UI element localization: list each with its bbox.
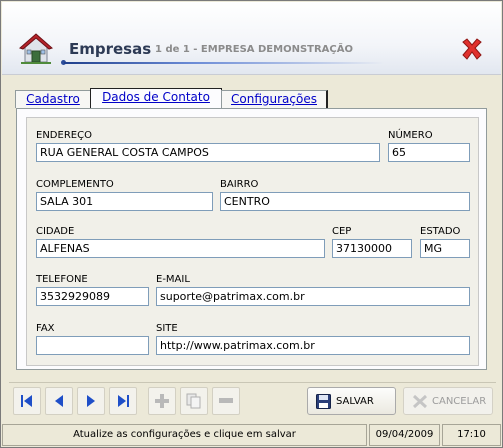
record-subtitle: 1 de 1 - EMPRESA DEMONSTRAÇÃO <box>155 44 353 55</box>
first-record-button[interactable] <box>13 387 41 415</box>
tab-panel: ENDEREÇO RUA GENERAL COSTA CAMPOS NÚMERO… <box>16 108 487 370</box>
cidade-field[interactable]: ALFENAS <box>36 239 325 258</box>
title-underline <box>64 62 384 64</box>
previous-record-button[interactable] <box>45 387 73 415</box>
numero-label: NÚMERO <box>388 130 433 141</box>
main-window: Empresas 1 de 1 - EMPRESA DEMONSTRAÇÃO C… <box>0 0 503 448</box>
contact-form: ENDEREÇO RUA GENERAL COSTA CAMPOS NÚMERO… <box>26 117 479 366</box>
next-record-button[interactable] <box>77 387 105 415</box>
copy-record-button[interactable] <box>180 387 208 415</box>
bairro-label: BAIRRO <box>220 179 259 190</box>
add-record-button[interactable] <box>148 387 176 415</box>
tab-configuracoes[interactable]: Configurações <box>221 90 328 108</box>
email-field[interactable]: suporte@patrimax.com.br <box>156 287 470 306</box>
telefone-field[interactable]: 3532929089 <box>36 287 149 306</box>
bairro-field[interactable]: CENTRO <box>220 192 470 211</box>
house-icon <box>19 33 53 64</box>
last-record-icon <box>118 395 129 407</box>
cidade-label: CIDADE <box>36 226 75 237</box>
add-icon <box>155 394 169 408</box>
complemento-label: COMPLEMENTO <box>36 179 114 190</box>
next-record-icon <box>87 395 95 407</box>
site-field[interactable]: http://www.patrimax.com.br <box>156 336 470 355</box>
cep-field[interactable]: 37130000 <box>332 239 412 258</box>
telefone-label: TELEFONE <box>36 274 88 285</box>
cancel-x-icon <box>412 394 428 409</box>
previous-record-icon <box>55 395 63 407</box>
remove-icon <box>219 398 233 403</box>
email-label: E-MAIL <box>156 274 190 285</box>
close-icon[interactable] <box>459 36 485 62</box>
status-message: Atualize as configurações e clique em sa… <box>2 424 367 446</box>
save-label: SALVAR <box>336 396 374 407</box>
page-title: Empresas <box>69 40 152 58</box>
cancel-label: CANCELAR <box>432 396 487 407</box>
copy-icon <box>186 393 201 409</box>
fax-label: FAX <box>36 323 55 334</box>
last-record-button[interactable] <box>109 387 137 415</box>
estado-label: ESTADO <box>420 226 461 237</box>
endereco-field[interactable]: RUA GENERAL COSTA CAMPOS <box>36 143 380 162</box>
cancel-button[interactable]: CANCELAR <box>403 387 493 415</box>
estado-field[interactable]: MG <box>420 239 470 258</box>
status-time: 17:10 <box>442 424 501 446</box>
tab-cadastro[interactable]: Cadastro <box>15 90 91 108</box>
status-date: 09/04/2009 <box>369 424 440 446</box>
window-header: Empresas 1 de 1 - EMPRESA DEMONSTRAÇÃO <box>2 2 501 75</box>
site-label: SITE <box>156 323 178 334</box>
cep-label: CEP <box>332 226 352 237</box>
complemento-field[interactable]: SALA 301 <box>36 192 213 211</box>
tab-dados-de-contato[interactable]: Dados de Contato <box>90 88 222 109</box>
remove-record-button[interactable] <box>212 387 240 415</box>
fax-field[interactable] <box>36 336 149 355</box>
endereco-label: ENDEREÇO <box>36 130 92 141</box>
first-record-icon <box>21 395 32 407</box>
numero-field[interactable]: 65 <box>388 143 470 162</box>
save-button[interactable]: SALVAR <box>307 387 396 415</box>
floppy-disk-icon <box>316 394 331 409</box>
